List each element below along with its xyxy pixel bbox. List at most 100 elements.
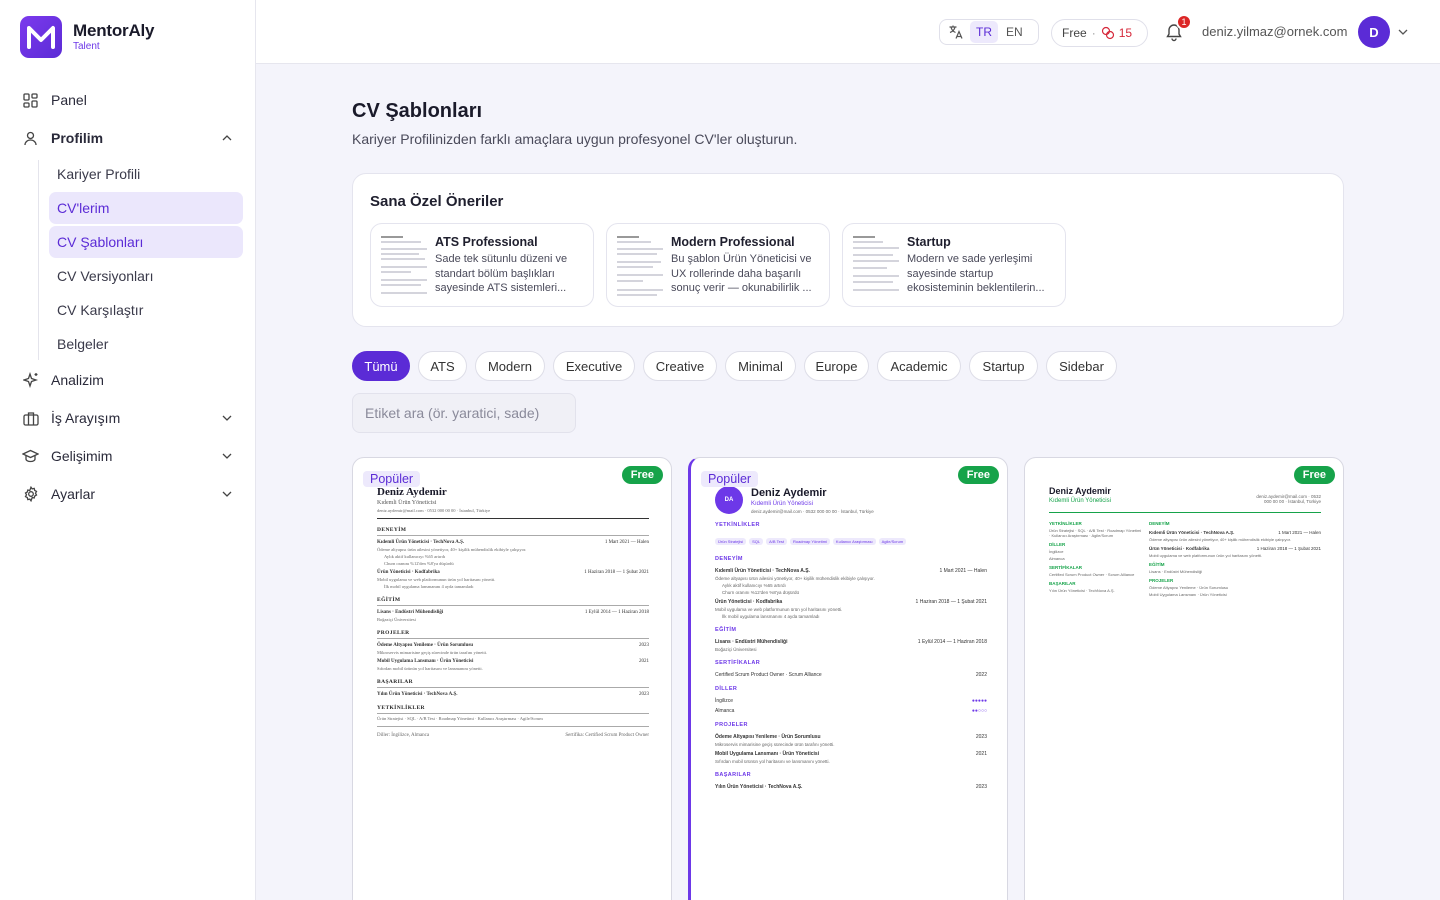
- free-badge: Free: [621, 466, 663, 484]
- cv-preview: DA Deniz Aydemir Kıdemli Ürün Yöneticisi…: [715, 482, 987, 790]
- brand-logo[interactable]: MentorAly Talent: [20, 16, 155, 58]
- recommendation-name: ATS Professional: [435, 235, 538, 249]
- cv-section: BAŞARILAR: [377, 679, 649, 688]
- cv-text: Ürün Stratejisi · SQL · A/B Test · Roadm…: [377, 716, 649, 727]
- sidebar-item-belgeler[interactable]: Belgeler: [49, 328, 243, 360]
- template-card-two-column[interactable]: Free Deniz Aydemir Kıdemli Ürün Yönetici…: [1024, 457, 1344, 900]
- cv-preview: Deniz Aydemir Kıdemli Ürün Yöneticisi de…: [1049, 482, 1321, 597]
- language-switcher: TR EN: [939, 19, 1039, 45]
- cv-project: Mobil Uygulama Lansmanı · Ürün Yöneticis…: [715, 751, 820, 757]
- filter-chip-academic[interactable]: Academic: [877, 351, 961, 381]
- cv-date: 2023: [639, 643, 649, 648]
- recommendation-desc: Modern ve sade yerleşimi sayesinde start…: [907, 253, 1045, 294]
- filter-chip-tumu[interactable]: Tümü: [352, 351, 410, 381]
- cv-text: Ödeme altyapısı ürün ailesini yönetiyor,…: [1149, 537, 1291, 542]
- cv-date: 1 Mart 2021 — Halen: [1278, 530, 1321, 535]
- cv-text: Ödeme altyapısı ürün ailesini yönetiyor,…: [715, 576, 875, 581]
- cv-contact: deniz.aydemir@mail.com · 0532 000 00 00 …: [377, 508, 649, 519]
- brand-sub: Talent: [73, 41, 100, 52]
- nav-panel[interactable]: Panel: [20, 83, 242, 117]
- cv-skill-tag: Ürün Stratejisi: [715, 538, 747, 545]
- template-thumbnail: [379, 234, 431, 298]
- credits-count: 15: [1118, 26, 1133, 40]
- notification-count-badge: 1: [1176, 14, 1192, 30]
- filter-chip-modern[interactable]: Modern: [475, 351, 545, 381]
- nav-ayarlar[interactable]: Ayarlar: [20, 477, 242, 511]
- nav-gelisimim-label: Gelişimim: [51, 448, 113, 464]
- page-title: CV Şablonları: [352, 100, 483, 122]
- cv-language: Almanca: [1049, 556, 1065, 561]
- sidebar-item-cv-karsilastir[interactable]: CV Karşılaştır: [49, 294, 243, 326]
- cv-award: Yılın Ürün Yöneticisi · TechNova A.Ş.: [1049, 588, 1115, 593]
- plan-credits-badge[interactable]: Free · 15: [1051, 19, 1148, 47]
- cv-date: 1 Eylül 2014 — 1 Haziran 2018: [584, 610, 649, 615]
- cv-award: Yılın Ürün Yöneticisi · TechNova A.Ş.: [715, 784, 803, 790]
- cv-section: SERTİFİKALAR: [715, 660, 761, 666]
- cv-skill-tag: Kullanıcı Araştırması: [832, 538, 876, 545]
- cv-job: Kıdemli Ürün Yöneticisi · TechNova A.Ş.: [377, 540, 465, 545]
- cv-section: YETKİNLİKLER: [377, 705, 649, 714]
- cv-skill-tag: SQL: [749, 538, 764, 545]
- cv-section: PROJELER: [377, 630, 649, 639]
- cv-language: İngilizce: [715, 698, 734, 704]
- cv-skill-tag: Roadmap Yönetimi: [789, 538, 830, 545]
- cv-section: EĞİTİM: [1149, 562, 1165, 567]
- translate-icon: [948, 24, 964, 40]
- cv-job: Ürün Yöneticisi · Kodfabrika: [715, 599, 783, 605]
- cv-language: İngilizce: [1049, 549, 1064, 554]
- avatar[interactable]: D: [1358, 16, 1390, 48]
- template-card-modern[interactable]: Popüler Free DA Deniz Aydemir Kıdemli Ür…: [688, 457, 1008, 900]
- chevron-down-icon[interactable]: [1397, 25, 1409, 37]
- cv-name: Deniz Aydemir: [1049, 486, 1111, 496]
- cv-bullet: Aylık aktif kullanıcıyı %65 artırdı: [722, 583, 786, 588]
- cv-text: Mobil uygulama ve web platformunun ürün …: [377, 577, 496, 582]
- cv-section: EĞİTİM: [377, 597, 649, 606]
- recommendation-card[interactable]: ATS Professional Sade tek sütunlu düzeni…: [370, 223, 594, 307]
- lang-tr-option[interactable]: TR: [970, 21, 998, 43]
- filter-chip-creative[interactable]: Creative: [643, 351, 717, 381]
- cv-section: SERTİFİKALAR: [1049, 565, 1082, 570]
- cv-job: Kıdemli Ürün Yöneticisi · TechNova A.Ş.: [715, 568, 810, 574]
- filter-chip-europe[interactable]: Europe: [804, 351, 869, 381]
- sidebar-item-kariyer-profili[interactable]: Kariyer Profili: [49, 158, 243, 190]
- cv-date: 1 Mart 2021 — Halen: [604, 540, 649, 545]
- cv-name: Deniz Aydemir: [377, 486, 447, 498]
- filter-chip-sidebar[interactable]: Sidebar: [1046, 351, 1117, 381]
- filter-chip-ats[interactable]: ATS: [418, 351, 467, 381]
- free-badge: Free: [1293, 466, 1335, 484]
- sidebar-item-cv-sablonlari[interactable]: CV Şablonları: [49, 226, 243, 258]
- cv-date: 1 Eylül 2014 — 1 Haziran 2018: [917, 639, 987, 645]
- cv-bullet: İlk mobil uygulama lansmanını 4 ayda tam…: [384, 584, 474, 589]
- cv-title: Kıdemli Ürün Yöneticisi: [1049, 498, 1111, 504]
- cv-project: Ödeme Altyapısı Yenileme · Ürün Sorumlus…: [377, 643, 474, 648]
- nav-ayarlar-label: Ayarlar: [51, 486, 96, 502]
- recommendation-desc: Bu şablon Ürün Yöneticisi ve UX rollerin…: [671, 253, 812, 294]
- sidebar-item-cvlerim[interactable]: CV'lerim: [49, 192, 243, 224]
- language-level-dots: ●●●●●: [971, 698, 987, 704]
- recommendation-card[interactable]: Modern Professional Bu şablon Ürün Yönet…: [606, 223, 830, 307]
- cv-text: Sıfırdan mobil ürünün yol haritasını ve …: [377, 666, 483, 671]
- lang-en-option[interactable]: EN: [1000, 21, 1029, 43]
- user-email[interactable]: deniz.yilmaz@ornek.com: [1202, 24, 1347, 39]
- cv-project: Ödeme Altyapısı Yenileme · Ürün Sorumlus…: [1149, 585, 1229, 590]
- cv-project: Ödeme Altyapısı Yenileme · Ürün Sorumlus…: [715, 734, 821, 740]
- nav-analizim[interactable]: Analizim: [20, 363, 242, 397]
- cv-date: 1 Haziran 2018 — 1 Şubat 2021: [1256, 546, 1321, 551]
- sidebar-item-cv-versiyonlari[interactable]: CV Versiyonları: [49, 260, 243, 292]
- filter-chip-executive[interactable]: Executive: [553, 351, 635, 381]
- tag-search-input[interactable]: [352, 393, 576, 433]
- recommendation-card[interactable]: Startup Modern ve sade yerleşimi sayesin…: [842, 223, 1066, 307]
- recommendation-name: Startup: [907, 235, 951, 249]
- cv-cert: Certified Scrum Product Owner · Scrum Al…: [1049, 572, 1135, 577]
- brand-name: MentorAly: [73, 21, 155, 40]
- nav-profilim[interactable]: Profilim: [20, 121, 242, 155]
- nav-is-arayisim[interactable]: İş Arayışım: [20, 401, 242, 435]
- submenu-line: [38, 160, 39, 360]
- nav-gelisimim[interactable]: Gelişimim: [20, 439, 242, 473]
- cv-date: 1 Haziran 2018 — 1 Şubat 2021: [584, 570, 649, 575]
- cv-section: DİLLER: [715, 686, 738, 692]
- filter-chip-startup[interactable]: Startup: [969, 351, 1038, 381]
- filter-chip-minimal[interactable]: Minimal: [725, 351, 796, 381]
- plan-label: Free: [1062, 26, 1087, 40]
- template-card-classic[interactable]: Popüler Free Deniz Aydemir Kıdemli Ürün …: [352, 457, 672, 900]
